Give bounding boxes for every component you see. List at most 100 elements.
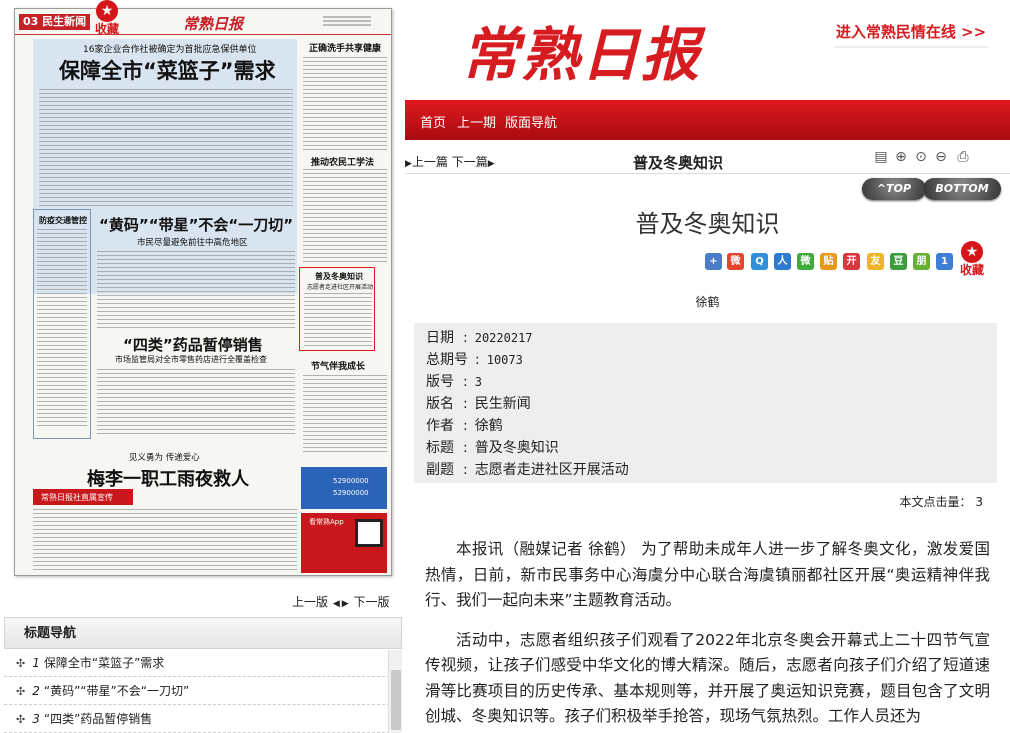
prev-page-link[interactable]: 上一版 bbox=[292, 595, 328, 609]
meta-value: 普及冬奥知识 bbox=[474, 440, 559, 456]
meta-value: 民生新闻 bbox=[474, 396, 531, 412]
headline-4-body bbox=[33, 509, 297, 571]
page-root: 03 民生新闻 常熟日报 16家企业合作社被确定为首批应急保供单位 保障全市“菜… bbox=[0, 0, 1010, 733]
newspaper-logo: 常熟日报 bbox=[183, 15, 244, 33]
side-story-3-title: 节气伴我成长 bbox=[311, 362, 366, 372]
prev-article-link[interactable]: 上一篇 bbox=[412, 155, 448, 169]
meta-page: 版号:3 bbox=[426, 371, 482, 393]
headline-4: 梅李一职工雨夜救人 bbox=[87, 469, 249, 490]
next-arrow-icon: ▶ bbox=[487, 159, 495, 169]
next-article-link[interactable]: 下一篇 bbox=[452, 155, 488, 169]
meta-key: 版名 bbox=[426, 396, 454, 412]
kaixin-icon[interactable]: 开 bbox=[843, 253, 860, 270]
bullet-icon: ✣ bbox=[16, 713, 26, 726]
meta-key: 总期号 bbox=[426, 352, 468, 368]
masthead-logo: 常熟日报 bbox=[461, 21, 702, 89]
headline-kicker: 16家企业合作社被确定为首批应急保供单位 bbox=[83, 45, 257, 55]
title-navigation: 标题导航 ✣ 1 保障全市“菜篮子”需求 ✣ 2 “黄码”“带星”不会“一刀切” ✣ 3 “… bbox=[4, 617, 402, 733]
qr-code-icon bbox=[355, 519, 383, 547]
article-title-bar: ▶上一篇 下一篇▶ 普及冬奥知识 ▤ ⊕ ⊙ ⊖ ⎙ bbox=[405, 148, 1010, 174]
article-paragraph: 本报讯（融媒记者 徐鹤） 为了帮助未成年人进一步了解冬奥文化，激发爱国热情，日前… bbox=[425, 540, 990, 609]
page-pager: 上一版 ◀ ▶ 下一版 bbox=[292, 593, 390, 610]
side-story-1-body bbox=[303, 57, 387, 151]
hit-count-label: 本文点击量： bbox=[899, 495, 972, 509]
app-ad-label: 看常熟App bbox=[309, 518, 344, 526]
headline-2: “黄码”“带星”不会“一刀切” bbox=[99, 216, 294, 234]
plus-share-icon[interactable]: + bbox=[705, 253, 722, 270]
print-icon[interactable]: ⎙ bbox=[955, 148, 971, 166]
meta-key: 副题 bbox=[426, 462, 454, 478]
prev-arrow-icon: ▶ bbox=[405, 159, 412, 169]
meta-value: 20220217 bbox=[474, 331, 533, 345]
meta-key: 日期 bbox=[426, 330, 454, 346]
minqing-online-link[interactable]: 进入常熟民情在线 >> bbox=[834, 18, 988, 48]
side-story-3-body bbox=[303, 375, 387, 455]
collect-label: 收藏 bbox=[94, 22, 119, 36]
meta-value: 徐鹤 bbox=[474, 418, 503, 434]
meta-section: 版名: 民生新闻 bbox=[426, 393, 531, 415]
meta-value: 志愿者走进社区开展活动 bbox=[474, 462, 629, 478]
newspaper-page-thumbnail[interactable]: 03 民生新闻 常熟日报 16家企业合作社被确定为首批应急保供单位 保障全市“菜… bbox=[14, 8, 392, 576]
hit-count: 本文点击量： 3 bbox=[900, 493, 983, 510]
headline-3-body bbox=[97, 369, 295, 437]
meta-title: 标题: 普及冬奥知识 bbox=[426, 437, 559, 459]
next-page-link[interactable]: 下一版 bbox=[354, 595, 390, 609]
renren-icon[interactable]: 人 bbox=[774, 253, 791, 270]
wechat-icon[interactable]: 微 bbox=[797, 253, 814, 270]
douban-icon[interactable]: 豆 bbox=[890, 253, 907, 270]
counter-icon[interactable]: 1 bbox=[936, 253, 953, 270]
meta-key: 标题 bbox=[426, 440, 454, 456]
left-panel: 03 民生新闻 常熟日报 16家企业合作社被确定为首批应急保供单位 保障全市“菜… bbox=[0, 0, 405, 733]
zoom-reset-icon[interactable]: ⊙ bbox=[913, 148, 929, 166]
title-navigation-header: 标题导航 bbox=[4, 617, 402, 649]
toc-item[interactable]: ✣ 2 “黄码”“带星”不会“一刀切” bbox=[4, 677, 390, 705]
headline-2-sub: 市民尽量避免前往中高危地区 bbox=[137, 238, 248, 248]
article-author: 徐鹤 bbox=[695, 295, 720, 309]
article-bar-title: 普及冬奥知识 bbox=[633, 154, 724, 172]
headline-3-sub: 市场监管局对全市零售药店进行全覆盖检查 bbox=[115, 355, 267, 364]
main-nav: 首页 上一期 版面导航 bbox=[405, 100, 1010, 140]
headline-2-body bbox=[97, 251, 295, 331]
meta-date: 日期:20220217 bbox=[426, 327, 533, 349]
weibo-icon[interactable]: 微 bbox=[727, 253, 744, 270]
notepad-icon[interactable]: ▤ bbox=[873, 148, 889, 166]
toc-item[interactable]: ✣ 1 保障全市“菜篮子”需求 bbox=[4, 649, 390, 677]
left-triangle-icon[interactable]: ◀ bbox=[333, 599, 340, 609]
collect-button-2[interactable]: ★ 收藏 bbox=[957, 241, 987, 278]
collect-label: 收藏 bbox=[959, 263, 984, 277]
nav-home[interactable]: 首页 bbox=[420, 112, 446, 131]
ad-block-1 bbox=[301, 467, 387, 509]
nav-page-navigation[interactable]: 版面导航 bbox=[505, 112, 557, 131]
qzone-icon[interactable]: Q bbox=[751, 253, 768, 270]
toc-item-number: 3 bbox=[32, 712, 40, 726]
top-button[interactable]: ^TOP bbox=[862, 178, 926, 200]
meta-issue: 总期号:10073 bbox=[426, 349, 523, 371]
right-triangle-icon[interactable]: ▶ bbox=[342, 599, 349, 609]
tieba-icon[interactable]: 贴 bbox=[820, 253, 837, 270]
meta-author: 作者: 徐鹤 bbox=[426, 415, 503, 437]
highlighted-article-title: 普及冬奥知识 bbox=[315, 272, 363, 281]
headline-3: “四类”药品暂停销售 bbox=[123, 336, 263, 354]
meta-value: 10073 bbox=[486, 353, 523, 367]
newspaper-date-meta bbox=[323, 16, 371, 28]
side-story-2-title: 推动农民工学法 bbox=[311, 158, 375, 168]
meta-value: 3 bbox=[474, 375, 482, 389]
site-banner: 常熟日报 进入常熟民情在线 >> bbox=[405, 0, 1010, 100]
scrollbar-thumb[interactable] bbox=[391, 670, 401, 730]
bottom-button[interactable]: BOTTOM bbox=[923, 178, 1001, 200]
bullet-icon: ✣ bbox=[16, 685, 26, 698]
article-title: 普及冬奥知识 bbox=[635, 210, 780, 238]
ad-text-2: 52900000 bbox=[333, 489, 369, 497]
pengyou-icon[interactable]: 朋 bbox=[913, 253, 930, 270]
nav-prev-issue[interactable]: 上一期 bbox=[457, 112, 496, 131]
qq-friend-icon[interactable]: 友 bbox=[867, 253, 884, 270]
zoom-out-icon[interactable]: ⊖ bbox=[933, 148, 949, 166]
side-story-1-title: 正确洗手共享健康 bbox=[309, 44, 382, 54]
toc-item-label: “黄码”“带星”不会“一刀切” bbox=[43, 684, 190, 698]
toc-scrollbar[interactable] bbox=[388, 650, 402, 733]
collect-button[interactable]: ★ 收藏 bbox=[92, 0, 122, 42]
meta-subtitle: 副题: 志愿者走进社区开展活动 bbox=[426, 459, 629, 481]
zoom-in-icon[interactable]: ⊕ bbox=[893, 148, 909, 166]
toc-item[interactable]: ✣ 3 “四类”药品暂停销售 bbox=[4, 705, 390, 733]
toc-item-number: 1 bbox=[32, 656, 40, 670]
